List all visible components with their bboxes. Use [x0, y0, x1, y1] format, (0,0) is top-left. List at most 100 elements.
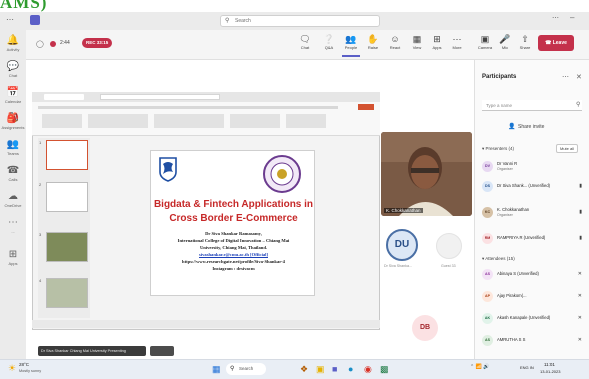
stage-chip-extra[interactable]	[150, 346, 174, 356]
file-explorer-icon[interactable]: ▣	[316, 364, 325, 374]
view-button[interactable]: ▦ View	[408, 33, 426, 57]
rail-activity[interactable]: 🔔 Activity	[0, 32, 26, 58]
participant-role: Organiser	[497, 213, 513, 217]
mic-off-icon: ✕	[577, 315, 582, 321]
minimize-icon[interactable]: –	[570, 13, 574, 22]
participant-avatar-guest[interactable]	[436, 233, 462, 259]
rail-teams[interactable]: 👥 Teams	[0, 136, 26, 162]
participant-row[interactable]: AK Akash Kanapale (Unverified) ✕	[480, 312, 585, 326]
thumb-number: 3	[39, 232, 42, 237]
avatar: AK	[482, 313, 493, 324]
system-tray[interactable]: ⌃ 📶 🔊	[470, 364, 489, 370]
participant-row[interactable]: AP Ajay Pirakom(... ✕	[480, 290, 585, 304]
smile-icon: ☺	[390, 34, 400, 44]
mic-button[interactable]: 🎤 Mic	[496, 33, 514, 57]
participant-avatar-db[interactable]: DB	[412, 315, 438, 341]
edge-icon[interactable]: ●	[348, 364, 353, 374]
more-options-icon[interactable]: ⋯	[552, 14, 559, 22]
rail-more[interactable]: ⋯...	[0, 214, 26, 240]
teams-app-icon[interactable]: ■	[332, 364, 337, 374]
rail-assignments[interactable]: 🎒 Assignments	[0, 110, 26, 136]
clock-time[interactable]: 11:01	[544, 362, 555, 367]
phone-hangup-icon: ☎	[545, 40, 553, 46]
rail-apps[interactable]: ⊞ Apps	[0, 246, 26, 272]
sun-icon: ☀	[8, 363, 17, 373]
people-button[interactable]: 👥 People	[342, 33, 360, 57]
participant-row[interactable]: DS Dr Siva Shank... (Unverified) ▮	[480, 180, 585, 194]
chat-icon: 🗨	[299, 34, 311, 44]
ppt-status-bar	[32, 320, 380, 328]
participant-row[interactable]: AS Abinaya S (Unverified) ✕	[480, 268, 585, 282]
rail-calendar[interactable]: 📅 Calendar	[0, 84, 26, 110]
participant-row[interactable]: KC K. Chokkanathan Organiser ▮	[480, 206, 585, 220]
slide-thumbnail[interactable]	[46, 140, 88, 170]
speaker-video-tile[interactable]	[381, 132, 472, 216]
more-button[interactable]: ⋯ More	[448, 33, 466, 57]
chrome-icon[interactable]: ◉	[364, 364, 372, 374]
widgets-icon[interactable]: ❖	[300, 364, 308, 374]
apps-button[interactable]: ⊞ Apps	[428, 33, 446, 57]
ribbon-group	[286, 114, 326, 128]
participant-name: K. Chokkanathan	[497, 207, 530, 212]
excel-icon[interactable]: ▩	[380, 364, 389, 374]
mic-off-icon: ✕	[577, 293, 582, 299]
slide-thumbnail[interactable]	[46, 182, 88, 212]
attendees-header[interactable]: ▾ Attendees (15)	[482, 256, 515, 262]
windows-start-icon[interactable]: ▦	[212, 364, 221, 374]
teams-icon: 👥	[6, 139, 20, 150]
mic-icon: ▮	[579, 209, 582, 215]
chat-button[interactable]: 🗨 Chat	[296, 33, 314, 57]
taskbar-search[interactable]: ⚲ Search	[226, 363, 266, 375]
du-tile-label: Dr Siva Shanka...	[384, 264, 412, 268]
search-icon: ⚲	[225, 18, 230, 24]
recording-pill[interactable]: REC 33:15	[82, 38, 113, 48]
rail-onedrive[interactable]: ☁ OneDrive	[0, 188, 26, 214]
participant-role: Organiser	[497, 167, 513, 171]
panel-options-icon[interactable]: ⋯	[562, 73, 569, 81]
qa-button[interactable]: ❔ Q&A	[320, 33, 338, 57]
language-indicator[interactable]: ENG IN	[520, 365, 534, 370]
search-icon: ⚲	[230, 366, 235, 372]
avatar: AS	[482, 269, 493, 280]
participant-avatar-du[interactable]: DU	[386, 229, 418, 261]
more-icon: ⋯	[8, 217, 18, 228]
ribbon-group	[42, 114, 82, 128]
avatar: AS	[482, 335, 493, 346]
mute-all-button[interactable]: Mute all	[556, 144, 578, 153]
close-icon[interactable]: ✕	[576, 73, 582, 81]
rail-calls[interactable]: ☎ Calls	[0, 162, 26, 188]
react-button[interactable]: ☺ React	[386, 33, 404, 57]
presenters-header[interactable]: ▾ Presenters (4)	[482, 146, 514, 152]
participant-name: Dr Siva Shank... (Unverified)	[497, 183, 551, 188]
share-invite-icon: 👤	[508, 124, 516, 130]
hand-icon: ✋	[367, 34, 379, 44]
thumb-number: 4	[39, 278, 42, 283]
ribbon-group	[154, 114, 224, 128]
chat-icon: 💬	[6, 61, 20, 72]
apps-icon: ⊞	[433, 34, 441, 44]
share-button[interactable]: ⇧ Share	[516, 33, 534, 57]
presenter-chip[interactable]: Dr Siva Shankar Chiang Mai University Pr…	[38, 346, 146, 356]
share-invite-button[interactable]: 👤 Share invite	[506, 122, 566, 132]
rail-chat[interactable]: 💬 Chat	[0, 58, 26, 84]
slide-thumbnail[interactable]	[46, 232, 88, 262]
search-input[interactable]: ⚲ Search	[220, 15, 380, 27]
camera-button[interactable]: ▣ Camera	[476, 33, 494, 57]
clock-date[interactable]: 13-01-2023	[540, 369, 560, 374]
teams-logo-icon	[30, 15, 40, 25]
slide-thumbnails-panel: 1 2 3 4	[38, 138, 90, 318]
participant-row[interactable]: RM RAMPRIYA R (Unverified) ▮	[480, 232, 585, 246]
shield-icon: ◯	[36, 41, 44, 48]
ribbon-row	[38, 106, 338, 109]
weather-widget[interactable]: ☀ 28°C Mostly sunny	[8, 361, 48, 377]
participant-name: RAMPRIYA R (Unverified)	[497, 235, 546, 240]
apps-icon: ⊞	[8, 249, 18, 260]
participant-row[interactable]: DV Dr Vanni R Organiser	[480, 160, 585, 174]
share-invite-label: Share invite	[518, 124, 545, 130]
raise-hand-button[interactable]: ✋ Raise	[364, 33, 382, 57]
participant-row[interactable]: AS AMRUTHA S S ✕	[480, 334, 585, 348]
leave-button[interactable]: ☎ Leave	[538, 35, 574, 51]
participant-name: Akash Kanapale (Unverified)	[497, 315, 551, 320]
back-icon[interactable]: ⋯	[6, 15, 14, 24]
slide-thumbnail[interactable]	[46, 278, 88, 308]
